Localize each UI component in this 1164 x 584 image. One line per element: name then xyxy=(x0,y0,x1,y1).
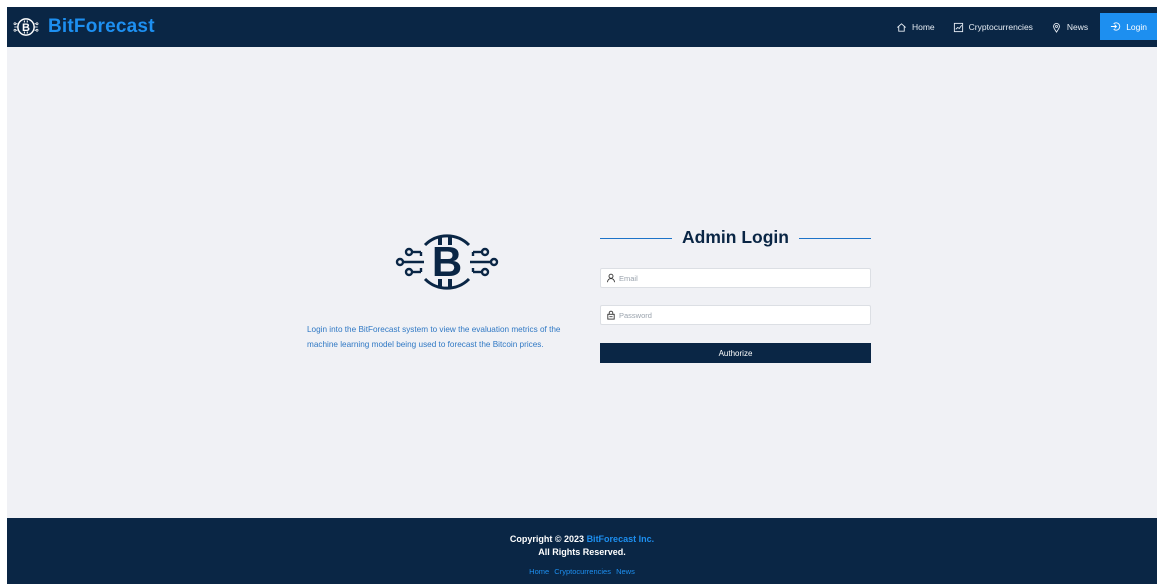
copyright-text: Copyright © 2023 xyxy=(509,534,585,544)
main-content: B Login into the BitForecast system to v… xyxy=(7,47,1157,518)
map-pin-icon xyxy=(1053,22,1060,33)
main-nav: Home Cryptocurrencies News Login xyxy=(887,7,1157,47)
nav-login-label: Login xyxy=(1126,21,1147,32)
footer: Copyright © 2023 BitForecast Inc. All Ri… xyxy=(7,518,1157,584)
top-navbar: B BitForecast Home Cryptocurrencies News… xyxy=(7,7,1157,47)
nav-login[interactable]: Login xyxy=(1100,13,1157,40)
footer-link-cryptocurrencies[interactable]: Cryptocurrencies xyxy=(554,567,611,576)
footer-links: Home Cryptocurrencies News xyxy=(7,567,1157,576)
email-field[interactable] xyxy=(600,268,871,288)
form-title: Admin Login xyxy=(682,226,789,247)
nav-home[interactable]: Home xyxy=(887,7,944,47)
tagline-line-2: machine learning model being used to for… xyxy=(307,339,544,349)
lock-icon xyxy=(607,310,615,320)
login-icon xyxy=(1111,22,1121,31)
authorize-button[interactable]: Authorize xyxy=(600,343,871,363)
copyright: Copyright © 2023 BitForecast Inc. All Ri… xyxy=(7,533,1157,559)
admin-login-form: Admin Login Authorize xyxy=(600,223,871,363)
bitcoin-logo-icon: B xyxy=(395,234,499,290)
form-title-row: Admin Login xyxy=(600,223,871,251)
company-link[interactable]: BitForecast Inc. xyxy=(587,534,655,544)
nav-news[interactable]: News xyxy=(1042,7,1097,47)
page: B BitForecast Home Cryptocurrencies News… xyxy=(7,7,1157,584)
system-description: Login into the BitForecast system to vie… xyxy=(307,323,587,352)
tagline-line-1: Login into the BitForecast system to vie… xyxy=(307,325,561,334)
copyright-line: Copyright © 2023 BitForecast Inc. xyxy=(7,533,1157,546)
brand[interactable]: B BitForecast xyxy=(13,13,155,41)
chart-icon xyxy=(953,22,963,32)
nav-news-label: News xyxy=(1066,22,1089,32)
nav-home-label: Home xyxy=(911,22,935,32)
title-divider-left xyxy=(600,238,672,239)
password-input[interactable] xyxy=(616,307,870,323)
password-field[interactable] xyxy=(600,305,871,325)
nav-cryptocurrencies-label: Cryptocurrencies xyxy=(968,22,1033,32)
nav-cryptocurrencies[interactable]: Cryptocurrencies xyxy=(944,7,1042,47)
home-icon xyxy=(897,22,906,32)
svg-text:B: B xyxy=(432,238,462,285)
footer-link-news[interactable]: News xyxy=(616,567,635,576)
email-input[interactable] xyxy=(616,270,870,286)
brand-name: BitForecast xyxy=(48,16,155,37)
svg-text:B: B xyxy=(22,22,30,34)
title-divider-right xyxy=(799,238,871,239)
user-icon xyxy=(607,273,615,283)
rights-text: All Rights Reserved. xyxy=(538,547,626,557)
footer-link-home[interactable]: Home xyxy=(529,567,549,576)
bitcoin-logo-icon: B xyxy=(13,18,39,36)
